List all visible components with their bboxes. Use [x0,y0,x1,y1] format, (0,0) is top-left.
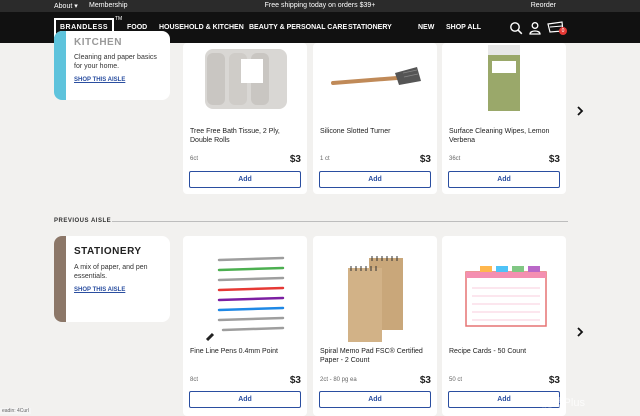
spiral-memo-pad-image[interactable] [313,236,437,344]
add-to-cart-button[interactable]: Add [319,391,431,408]
aisle-card-stationery: STATIONERY A mix of paper, and pen essen… [54,236,170,322]
shop-this-aisle-link[interactable]: SHOP THIS AISLE [74,287,125,293]
add-to-cart-button[interactable]: Add [448,171,560,188]
bath-tissue-image[interactable] [183,43,307,115]
aisle-accent [54,31,66,100]
product-price: $3 [548,375,560,386]
chevron-right-icon[interactable] [574,105,586,117]
aisle-card-kitchen: KITCHEN Cleaning and paper basics for yo… [54,31,170,100]
add-to-cart-button[interactable]: Add [319,171,431,188]
product-name[interactable]: Fine Line Pens 0.4mm Point [190,347,302,356]
product-price: $3 [419,375,431,386]
product-price: $3 [289,154,301,165]
fine-line-pens-image[interactable] [183,236,307,344]
product-card[interactable]: Spiral Memo Pad FSC® Certified Paper - 2… [313,236,437,416]
nav-beauty-personal-care[interactable]: BEAUTY & PERSONAL CARE [249,24,347,31]
account-icon[interactable] [528,21,542,35]
aisle-description: Cleaning and paper basics for your home. [74,54,157,70]
aisle-title: KITCHEN [74,37,122,48]
product-size: 8ct [190,377,199,383]
product-card[interactable]: Fine Line Pens 0.4mm Point 8ct $3 Add [183,236,307,416]
shop-this-aisle-link[interactable]: SHOP THIS AISLE [74,77,125,83]
cleaning-wipes-image[interactable] [442,43,566,115]
product-price: $3 [419,154,431,165]
product-size: 2ct - 80 pg ea [320,377,357,383]
previous-aisle-label: PREVIOUS AISLE [54,218,112,224]
product-card[interactable]: Tree Free Bath Tissue, 2 Ply, Double Rol… [183,43,307,194]
reorder-link[interactable]: Reorder [531,2,556,9]
product-name[interactable]: Tree Free Bath Tissue, 2 Ply, Double Rol… [190,127,302,145]
product-price: $3 [548,154,560,165]
chevron-right-icon[interactable] [574,326,586,338]
product-size: 50 ct [449,377,463,383]
add-to-cart-button[interactable]: Add [189,391,301,408]
recipe-cards-image[interactable] [442,236,566,344]
aisle-description: A mix of paper, and pen essentials. [74,264,148,280]
nav-household-kitchen[interactable]: HOUSEHOLD & KITCHEN [159,24,244,31]
section-divider [112,221,568,222]
nav-stationery[interactable]: STATIONERY [348,24,392,31]
cart-count-badge: 0 [559,27,567,35]
search-icon[interactable] [509,21,523,35]
product-size: 36ct [449,156,461,162]
nav-new[interactable]: NEW [418,24,434,31]
product-size: 6ct [190,156,199,162]
product-name[interactable]: Recipe Cards - 50 Count [449,347,561,356]
trademark-mark: TM [115,16,123,22]
product-card[interactable]: Recipe Cards - 50 Count 50 ct $3 Add [442,236,566,416]
product-card[interactable]: Silicone Slotted Turner 1 ct $3 Add [313,43,437,194]
aisle-title: STATIONERY [74,246,142,257]
product-size: 1 ct [320,156,330,162]
product-name[interactable]: Surface Cleaning Wipes, Lemon Verbena [449,127,561,145]
nav-food[interactable]: FOOD [127,24,147,31]
nav-shop-all[interactable]: SHOP ALL [446,24,481,31]
status-bar: eadin: 4Curl [0,408,31,414]
aisle-accent [54,236,66,322]
watermark: •••能量Plus [530,397,585,409]
product-name[interactable]: Silicone Slotted Turner [320,127,432,136]
utility-bar: About ▾ Membership Free shipping today o… [0,0,640,12]
add-to-cart-button[interactable]: Add [189,171,301,188]
product-name[interactable]: Spiral Memo Pad FSC® Certified Paper - 2… [320,347,432,365]
product-price: $3 [289,375,301,386]
product-card[interactable]: Surface Cleaning Wipes, Lemon Verbena 36… [442,43,566,194]
slotted-turner-image[interactable] [313,43,437,115]
